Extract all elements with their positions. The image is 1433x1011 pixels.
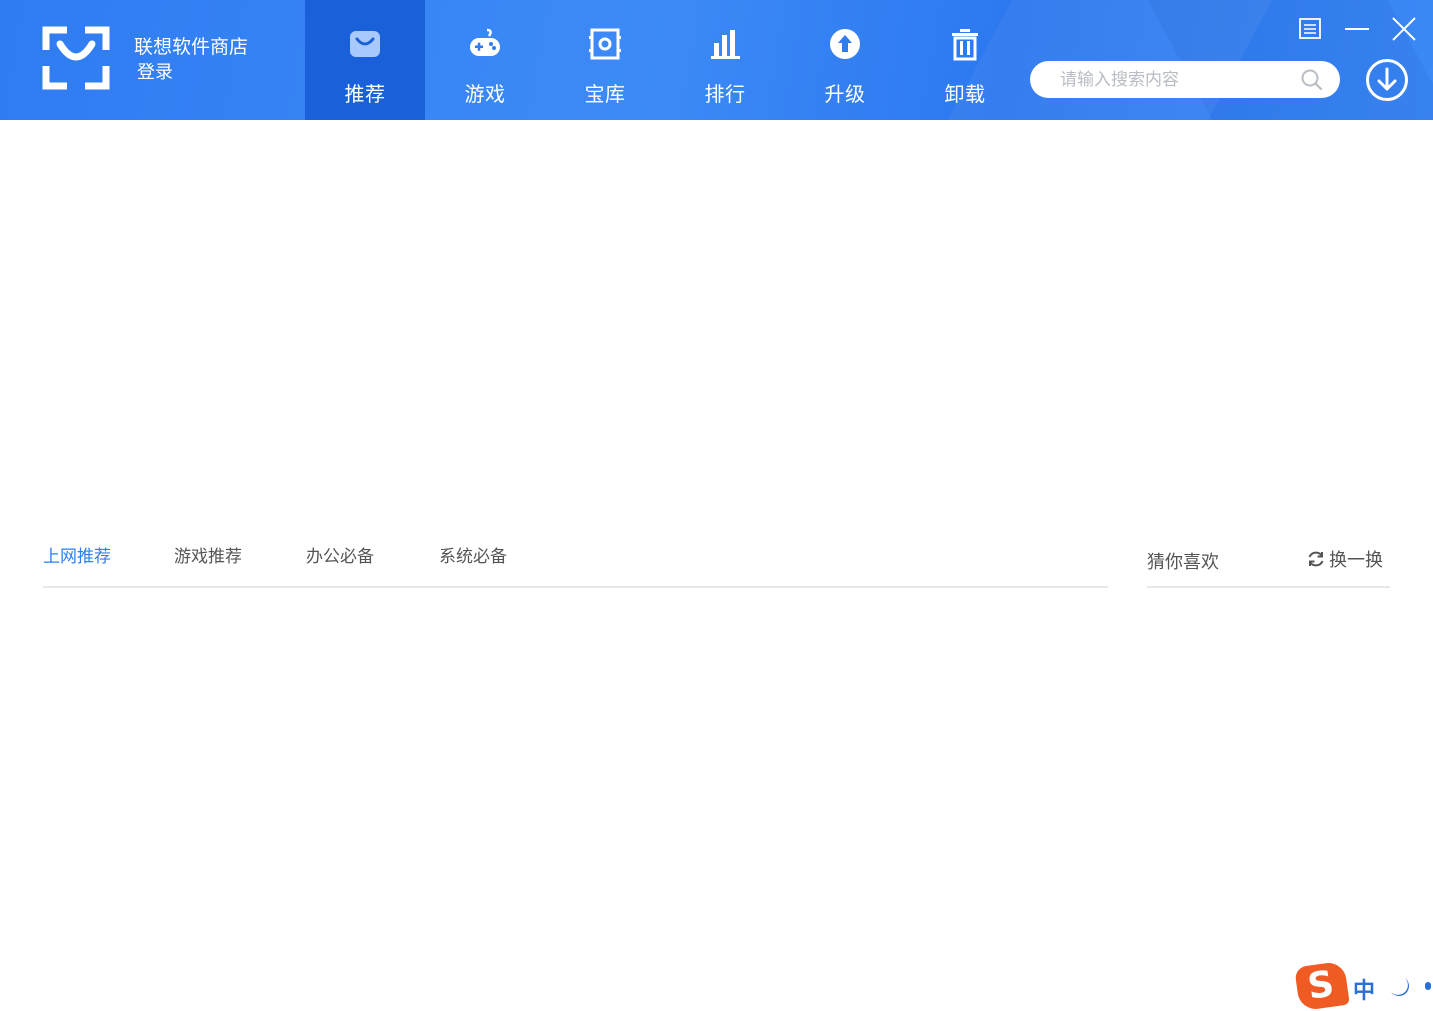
- tab-internet-recommend[interactable]: 上网推荐: [43, 542, 111, 567]
- gamepad-icon: [470, 28, 500, 56]
- bag-icon: [350, 31, 380, 57]
- download-manager-icon[interactable]: [1365, 58, 1409, 102]
- guess-you-like-panel: 猜你喜欢 换一换: [1147, 540, 1390, 588]
- minimize-icon[interactable]: [1344, 16, 1370, 42]
- nav-item-upgrade[interactable]: 升级: [785, 0, 905, 120]
- sogou-logo-icon: S: [1294, 960, 1350, 1011]
- store-logo-icon: [42, 26, 110, 90]
- nav-label: 推荐: [344, 82, 386, 106]
- nav-item-treasury[interactable]: 宝库: [545, 0, 665, 120]
- main-nav: 推荐 游戏 宝库 排行 升级 卸载: [305, 0, 1025, 120]
- nav-item-uninstall[interactable]: 卸载: [905, 0, 1025, 120]
- nav-label: 排行: [704, 82, 746, 106]
- top-bar: 联想软件商店 登录 推荐 游戏 宝库 排行 升级 卸载 请输入搜索内容: [0, 0, 1433, 120]
- tab-office-essentials[interactable]: 办公必备: [306, 542, 374, 567]
- nav-item-recommend[interactable]: 推荐: [305, 0, 425, 120]
- upgrade-arrow-icon: [830, 29, 860, 59]
- tab-game-recommend[interactable]: 游戏推荐: [174, 542, 242, 567]
- search-box: [1030, 61, 1340, 98]
- refresh-button[interactable]: 换一换: [1306, 546, 1383, 572]
- nav-label: 卸载: [944, 82, 986, 106]
- nav-item-games[interactable]: 游戏: [425, 0, 545, 120]
- category-tabs: 上网推荐 游戏推荐 办公必备 系统必备: [43, 540, 1108, 588]
- nav-label: 升级: [824, 82, 866, 106]
- refresh-label: 换一换: [1329, 550, 1383, 571]
- refresh-icon: [1308, 551, 1324, 567]
- bar-chart-icon: [711, 30, 740, 59]
- nav-item-ranking[interactable]: 排行: [665, 0, 785, 120]
- moon-icon[interactable]: [1389, 976, 1413, 1000]
- ime-logo-letter: S: [1305, 963, 1337, 1008]
- nav-label: 宝库: [584, 82, 626, 106]
- trash-icon: [952, 29, 978, 61]
- tab-system-essentials[interactable]: 系统必备: [439, 542, 507, 567]
- nav-label: 游戏: [464, 82, 506, 106]
- ime-toolbar[interactable]: S 中: [1294, 960, 1433, 1011]
- search-icon[interactable]: [1300, 68, 1324, 92]
- brand-title: 联想软件商店: [134, 36, 249, 58]
- login-link[interactable]: 登录: [137, 60, 248, 86]
- ime-mode-label[interactable]: 中: [1353, 973, 1375, 1005]
- guess-title: 猜你喜欢: [1147, 552, 1219, 573]
- close-icon[interactable]: [1391, 16, 1417, 42]
- brand-block: 联想软件商店 登录: [134, 34, 248, 86]
- search-input[interactable]: [1058, 68, 1292, 91]
- menu-icon[interactable]: [1297, 16, 1323, 42]
- ime-indicator-icon: [1425, 982, 1431, 990]
- safe-icon: [589, 28, 621, 60]
